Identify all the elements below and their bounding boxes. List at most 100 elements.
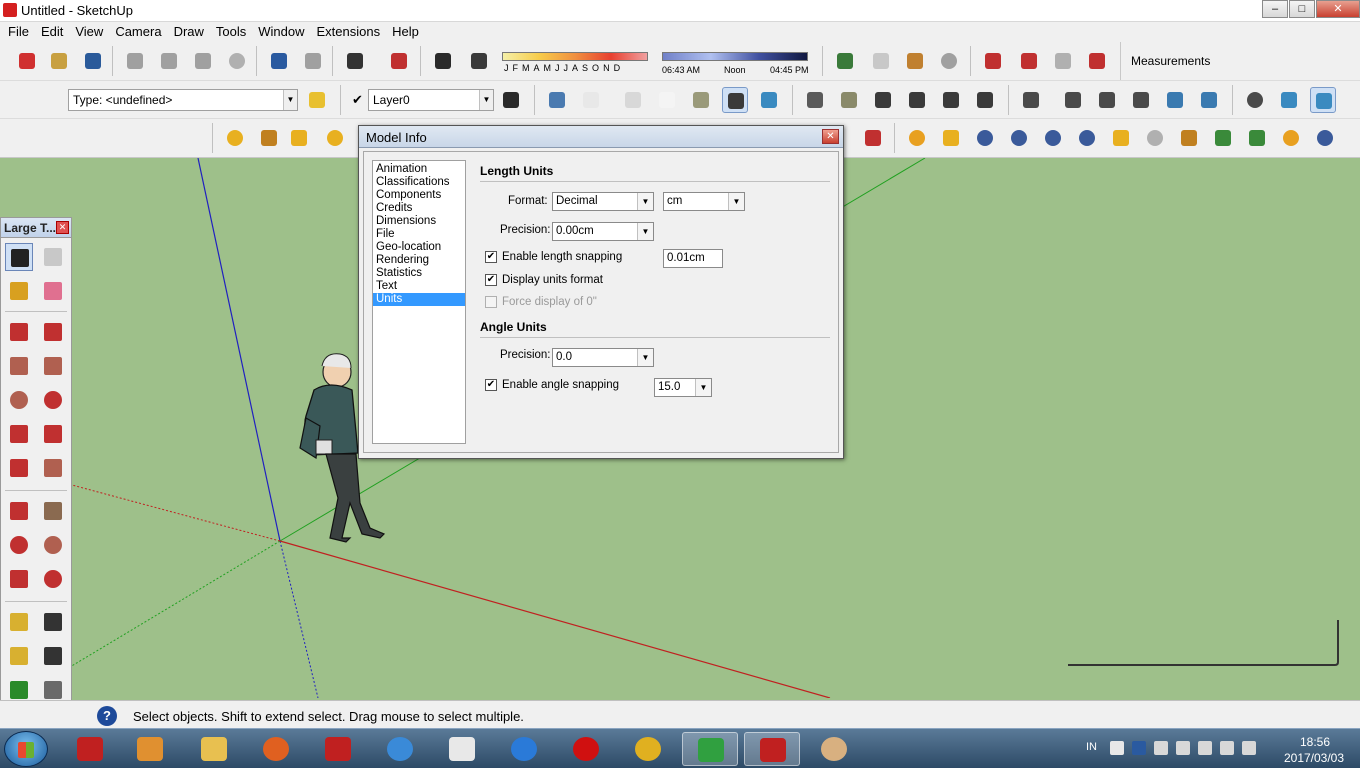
- tray-volume-icon[interactable]: [1242, 741, 1256, 755]
- taskbar-app-paint[interactable]: [806, 732, 862, 766]
- arc-tool-icon[interactable]: [5, 420, 33, 448]
- redo-icon[interactable]: [300, 48, 326, 74]
- angle-snapping-select[interactable]: 15.0 ▼: [654, 378, 712, 397]
- taskbar-app-321[interactable]: [434, 732, 490, 766]
- look-around-icon[interactable]: [1310, 87, 1336, 113]
- month-slider[interactable]: [502, 52, 648, 61]
- length-precision-select[interactable]: 0.00cm ▼: [552, 222, 654, 241]
- angle-precision-select[interactable]: 0.0 ▼: [552, 348, 654, 367]
- erase-icon[interactable]: [224, 48, 250, 74]
- cut-icon[interactable]: [122, 48, 148, 74]
- paint-bucket-icon[interactable]: [5, 277, 33, 305]
- shaded-with-textures-icon[interactable]: [722, 87, 748, 113]
- layer-combo[interactable]: Layer0 ▼: [368, 89, 494, 111]
- subtract-icon[interactable]: [1162, 87, 1188, 113]
- line-tool-icon[interactable]: [5, 318, 33, 346]
- outer-shell-icon[interactable]: [1060, 87, 1086, 113]
- pie-tool-icon[interactable]: [39, 454, 67, 482]
- section-plane-icon[interactable]: [1018, 87, 1044, 113]
- rectangle-tool-icon[interactable]: [5, 352, 33, 380]
- taskbar-app-media[interactable]: [122, 732, 178, 766]
- format-select[interactable]: Decimal ▼: [552, 192, 654, 211]
- new-file-icon[interactable]: [14, 48, 40, 74]
- dialog-title-bar[interactable]: Model Info ✕: [359, 126, 843, 148]
- pause-plugin-icon[interactable]: [1312, 125, 1338, 151]
- angle-snapping-checkbox[interactable]: ✔: [485, 379, 497, 391]
- taskbar-app-chrome-blue[interactable]: [372, 732, 428, 766]
- category-text[interactable]: Text: [373, 280, 465, 293]
- front-view-icon[interactable]: [870, 87, 896, 113]
- three-point-arc-icon[interactable]: [5, 454, 33, 482]
- rt-plugin-icon[interactable]: [1006, 125, 1032, 151]
- dimension-tool-icon[interactable]: [39, 608, 67, 636]
- model-info-icon[interactable]: [386, 48, 412, 74]
- help-icon[interactable]: ?: [97, 706, 117, 726]
- extension-warehouse-icon[interactable]: [980, 48, 1006, 74]
- 3d-warehouse-icon[interactable]: [902, 48, 928, 74]
- rotate-plugin-icon[interactable]: [972, 125, 998, 151]
- iso-view-icon[interactable]: [802, 87, 828, 113]
- left-view-icon[interactable]: [972, 87, 998, 113]
- rotate-tool-icon[interactable]: [5, 531, 33, 559]
- taskbar-app-acrobat[interactable]: [310, 732, 366, 766]
- category-units[interactable]: Units: [373, 293, 465, 306]
- menu-tools[interactable]: Tools: [211, 22, 253, 42]
- shaded-icon[interactable]: [688, 87, 714, 113]
- back-edges-icon[interactable]: [578, 87, 604, 113]
- sandbox-icon[interactable]: [222, 125, 248, 151]
- display-units-checkbox[interactable]: ✔: [485, 274, 497, 286]
- category-components[interactable]: Components: [373, 189, 465, 202]
- label-plugin-icon[interactable]: [1108, 125, 1134, 151]
- category-dimensions[interactable]: Dimensions: [373, 215, 465, 228]
- taskbar-app-sketchup[interactable]: [744, 732, 800, 766]
- menu-camera[interactable]: Camera: [110, 22, 168, 42]
- follow-me-icon[interactable]: [39, 531, 67, 559]
- language-indicator[interactable]: IN: [1086, 741, 1097, 753]
- shadows-toggle-icon[interactable]: [430, 48, 456, 74]
- menu-edit[interactable]: Edit: [36, 22, 70, 42]
- make-component-icon[interactable]: [39, 243, 67, 271]
- push-pull-icon[interactable]: [39, 497, 67, 525]
- entity-info-icon[interactable]: [304, 87, 330, 113]
- help-plugin-icon[interactable]: [1074, 125, 1100, 151]
- copy-icon[interactable]: [156, 48, 182, 74]
- taskbar-app-firefox[interactable]: [248, 732, 304, 766]
- intersect-icon[interactable]: [1094, 87, 1120, 113]
- tray-chevron-icon[interactable]: [1154, 741, 1168, 755]
- top-view-icon[interactable]: [836, 87, 862, 113]
- menu-view[interactable]: View: [70, 22, 110, 42]
- open-file-icon[interactable]: [46, 48, 72, 74]
- target-plugin-icon[interactable]: [1278, 125, 1304, 151]
- share-model-icon[interactable]: [936, 48, 962, 74]
- category-geo-location[interactable]: Geo-location: [373, 241, 465, 254]
- menu-extensions[interactable]: Extensions: [312, 22, 388, 42]
- length-snapping-input[interactable]: 0.01cm: [663, 249, 723, 268]
- sphere-plugin-icon[interactable]: [1142, 125, 1168, 151]
- tray-flag-icon[interactable]: [1176, 741, 1190, 755]
- get-models-icon[interactable]: [1084, 48, 1110, 74]
- category-file[interactable]: File: [373, 228, 465, 241]
- large-toolset-header[interactable]: Large T... ✕: [1, 218, 71, 238]
- br-plugin-icon[interactable]: [1040, 125, 1066, 151]
- category-classifications[interactable]: Classifications: [373, 176, 465, 189]
- maximize-button[interactable]: □: [1289, 0, 1315, 18]
- undo-icon[interactable]: [266, 48, 292, 74]
- add-detail-icon[interactable]: [322, 125, 348, 151]
- close-icon[interactable]: ✕: [822, 129, 839, 144]
- two-point-arc-icon[interactable]: [39, 420, 67, 448]
- paste-icon[interactable]: [190, 48, 216, 74]
- wireframe-icon[interactable]: [620, 87, 646, 113]
- toggle-terrain-icon[interactable]: [868, 48, 894, 74]
- tray-signal-icon[interactable]: [1198, 741, 1212, 755]
- drape-icon[interactable]: [286, 125, 312, 151]
- menu-window[interactable]: Window: [253, 22, 311, 42]
- tag-plugin-icon[interactable]: [938, 125, 964, 151]
- text-tool-icon[interactable]: [39, 642, 67, 670]
- clock-time[interactable]: 18:56: [1280, 735, 1350, 749]
- layer-manager-icon[interactable]: [498, 87, 524, 113]
- taskbar-app-autocad[interactable]: [62, 732, 118, 766]
- monochrome-icon[interactable]: [756, 87, 782, 113]
- tape-measure-icon[interactable]: [5, 608, 33, 636]
- start-button[interactable]: [4, 731, 48, 767]
- time-slider[interactable]: [662, 52, 808, 61]
